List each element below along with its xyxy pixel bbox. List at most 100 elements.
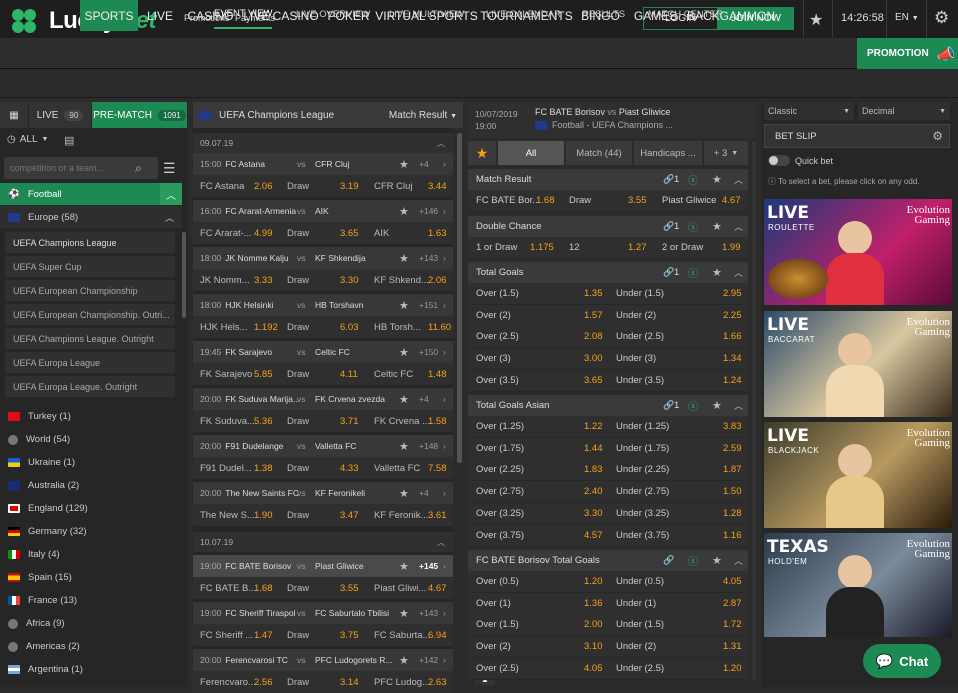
odd-under[interactable]: 1.20: [723, 663, 742, 674]
more-markets[interactable]: +143: [419, 253, 438, 263]
event-header[interactable]: 20:00 FK Suduva Marija... vs FK Crvena z…: [193, 388, 453, 410]
market-double-chance[interactable]: Double Chance 🔗 1 ⓢ ★ ︿: [468, 216, 748, 237]
chevron-up-icon[interactable]: ︿: [734, 173, 743, 186]
quick-bet-toggle[interactable]: [768, 155, 790, 166]
markets-scrollbar[interactable]: [752, 141, 756, 681]
market-total-goals-asian[interactable]: Total Goals Asian 🔗 1 ⓢ ★ ︿: [468, 395, 748, 416]
promo-card[interactable]: LIVE BLACKJACK Evolution Gaming: [764, 422, 952, 528]
region-europe[interactable]: Europe (58) ︿: [0, 206, 182, 228]
tab-live[interactable]: LIVE 90: [29, 102, 91, 128]
event-header[interactable]: 18:00 HJK Helsinki vs HB Torshavn ★ +151…: [193, 294, 453, 316]
country-item[interactable]: Americas (2): [0, 635, 182, 658]
chat-button[interactable]: 💬 Chat: [863, 644, 941, 678]
stats-icon[interactable]: ⓢ: [688, 553, 698, 568]
menu-icon[interactable]: ☰: [163, 160, 176, 177]
odd-home[interactable]: 1.38: [254, 463, 273, 474]
league-item[interactable]: UEFA Champions League: [5, 232, 175, 254]
event-header[interactable]: 20:00 Ferencvarosi TC vs PFC Ludogorets …: [193, 649, 453, 671]
league-item[interactable]: UEFA European Championship: [5, 280, 175, 302]
odd-draw[interactable]: 3.75: [340, 630, 359, 641]
odd-home[interactable]: 1.90: [254, 510, 273, 521]
odd-away[interactable]: 1.63: [428, 228, 447, 239]
odds-format-select[interactable]: Decimal ▼: [858, 102, 950, 120]
chevron-up-icon[interactable]: ︿: [734, 554, 743, 567]
odd-home[interactable]: 5.36: [254, 416, 273, 427]
odd-home[interactable]: 2.56: [254, 677, 273, 688]
odd-under[interactable]: 3.83: [723, 421, 742, 432]
odd-over[interactable]: 1.83: [584, 464, 603, 475]
more-markets[interactable]: +143: [419, 608, 438, 618]
odd-over[interactable]: 1.44: [584, 443, 603, 454]
search-icon[interactable]: ⌕: [135, 161, 142, 176]
more-markets[interactable]: +145: [419, 561, 438, 571]
star-icon[interactable]: ★: [399, 299, 409, 312]
star-icon[interactable]: ★: [399, 252, 409, 265]
odd-over[interactable]: 1.35: [584, 288, 603, 299]
odd-draw[interactable]: 3.71: [340, 416, 359, 427]
star-icon[interactable]: ★: [399, 560, 409, 573]
odd-draw[interactable]: 3.19: [340, 181, 359, 192]
odd-over[interactable]: 1.36: [584, 598, 603, 609]
star-icon[interactable]: ★: [399, 205, 409, 218]
gear-icon[interactable]: ⚙: [934, 8, 949, 28]
more-markets[interactable]: +142: [419, 655, 438, 665]
market-tab-all[interactable]: All: [498, 141, 564, 165]
promotion-button[interactable]: PROMOTION 📣: [857, 38, 958, 69]
odd-home[interactable]: 1.68: [536, 195, 555, 206]
event-header[interactable]: 15:00 FC Astana vs CFR Cluj ★ +4 ›: [193, 153, 453, 175]
favorites-star-icon[interactable]: ★: [809, 10, 823, 30]
language-select[interactable]: EN ▼: [895, 12, 919, 23]
league-item[interactable]: UEFA Super Cup: [5, 256, 175, 278]
odd-away[interactable]: 7.58: [428, 463, 447, 474]
odd-over[interactable]: 3.65: [584, 375, 603, 386]
league-scrollbar[interactable]: [182, 232, 186, 318]
tab-results[interactable]: RESULTS: [582, 0, 625, 29]
odd-under[interactable]: 1.16: [723, 530, 742, 541]
stats-icon[interactable]: ⓢ: [688, 219, 698, 234]
stats-icon[interactable]: ⓢ: [688, 265, 698, 280]
gear-icon[interactable]: ⚙: [932, 129, 943, 143]
country-item[interactable]: Germany (32): [0, 520, 182, 543]
odd-over[interactable]: 2.08: [584, 331, 603, 342]
star-icon[interactable]: ★: [712, 266, 722, 279]
odd-home[interactable]: 1.192: [254, 322, 278, 333]
odd-draw[interactable]: 4.33: [340, 463, 359, 474]
notes-icon[interactable]: ▤: [64, 134, 74, 147]
odd-over[interactable]: 2.40: [584, 486, 603, 497]
more-markets[interactable]: +4: [419, 394, 429, 404]
odd-under[interactable]: 1.66: [723, 331, 742, 342]
odd-home[interactable]: 1.47: [254, 630, 273, 641]
event-header[interactable]: 19:45 FK Sarajevo vs Celtic FC ★ +150 ›: [193, 341, 453, 363]
league-item[interactable]: UEFA Europa League. Outright: [5, 376, 175, 398]
event-header[interactable]: 19:00 FC BATE Borisov vs Piast Gliwice ★…: [193, 555, 453, 577]
search-input[interactable]: ⌕: [4, 157, 158, 179]
odd-away[interactable]: 1.48: [428, 369, 447, 380]
more-markets[interactable]: +4: [419, 159, 429, 169]
more-markets[interactable]: +150: [419, 347, 438, 357]
star-icon[interactable]: ★: [399, 393, 409, 406]
chevron-up-icon[interactable]: ︿: [734, 220, 743, 233]
odd-under[interactable]: 1.24: [723, 375, 742, 386]
country-item[interactable]: Africa (9): [0, 612, 182, 635]
promo-card[interactable]: LIVE ROULETTE Evolution Gaming: [764, 199, 952, 305]
chevron-up-icon[interactable]: ︿: [734, 266, 743, 279]
more-markets[interactable]: +146: [419, 206, 438, 216]
more-markets[interactable]: +148: [419, 441, 438, 451]
event-header[interactable]: 20:00 F91 Dudelange vs Valletta FC ★ +14…: [193, 435, 453, 457]
star-icon[interactable]: ★: [712, 399, 722, 412]
country-item[interactable]: Argentina (1): [0, 658, 182, 681]
odd-draw[interactable]: 3.55: [628, 195, 647, 206]
odd-under[interactable]: 2.95: [723, 288, 742, 299]
tab-live-calendar[interactable]: LIVE CALENDAR: [486, 0, 561, 29]
odd-home[interactable]: 3.33: [254, 275, 273, 286]
odd-away[interactable]: 2.63: [428, 677, 447, 688]
odd-under[interactable]: 1.50: [723, 486, 742, 497]
league-item[interactable]: UEFA European Championship. Outri...: [5, 304, 175, 326]
odd-over[interactable]: 3.00: [584, 353, 603, 364]
odd-over[interactable]: 1.22: [584, 421, 603, 432]
odd[interactable]: 1.99: [722, 242, 741, 253]
odd-under[interactable]: 1.28: [723, 508, 742, 519]
odd-over[interactable]: 2.00: [584, 619, 603, 630]
star-icon[interactable]: ★: [712, 554, 722, 567]
odd-away[interactable]: 11.60: [428, 322, 451, 333]
